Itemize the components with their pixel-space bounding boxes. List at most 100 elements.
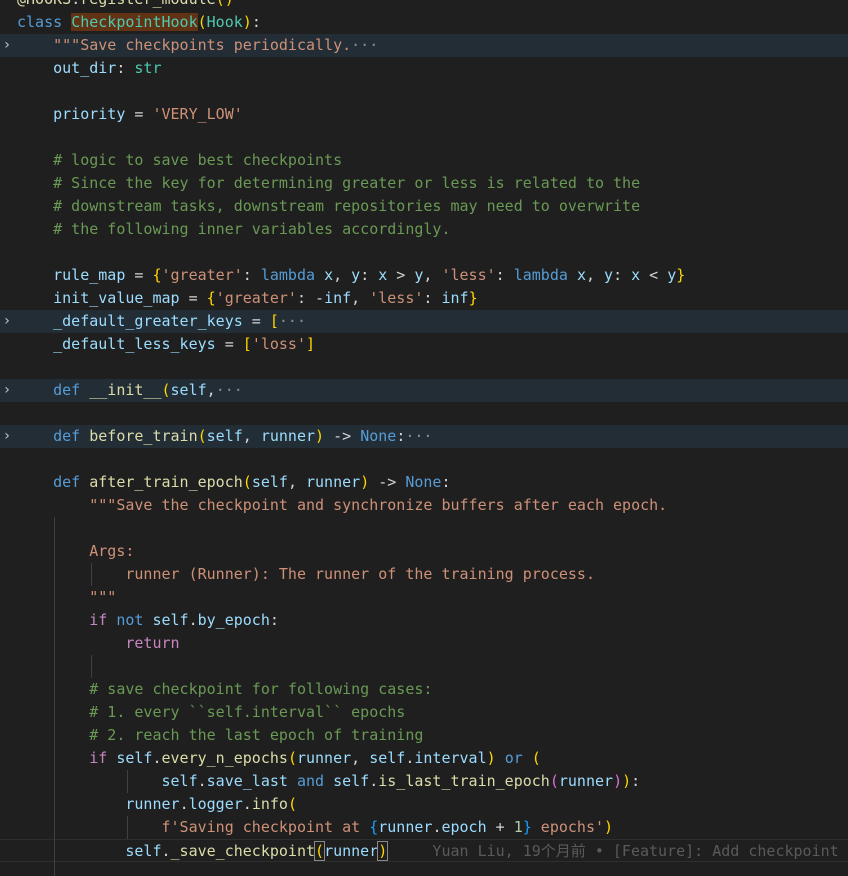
code-token: ( [161,381,171,399]
code-token: x [378,266,388,284]
code-line[interactable]: # Since the key for determining greater … [0,172,848,195]
code-token: str [134,59,162,77]
code-token: # save checkpoint for following cases: [17,680,433,698]
code-line[interactable]: if self.every_n_epochs(runner, self.inte… [0,747,848,770]
code-line[interactable]: """Save the checkpoint and synchronize b… [0,494,848,517]
code-text: self._save_checkpoint(runner) Yuan Liu, … [17,840,848,863]
code-token: . [369,772,379,790]
code-token: not [116,611,153,629]
indent-guide [54,678,56,701]
indent-guide [54,632,56,655]
code-line[interactable]: return [0,632,848,655]
folded-ellipsis[interactable]: ··· [279,312,306,330]
code-text: return [17,632,179,655]
code-token: : [269,611,279,629]
code-token: is_last_train_epoch [378,772,550,790]
code-line[interactable]: runner.logger.info( [0,793,848,816]
code-token: ) [622,772,632,790]
code-token: y [604,266,614,284]
code-line[interactable]: # 1. every ``self.interval`` epochs [0,701,848,724]
code-token: def [53,473,90,491]
folded-ellipsis[interactable]: ··· [405,427,432,445]
code-line[interactable]: › def before_train(self, runner) -> None… [0,425,848,448]
code-token: : [396,427,406,445]
code-token: def [53,381,90,399]
code-line-current[interactable]: self._save_checkpoint(runner) Yuan Liu, … [0,839,848,862]
code-token: __init__ [89,381,162,399]
code-line[interactable]: › def __init__(self,··· [0,379,848,402]
code-token: save_last [206,772,288,790]
code-token: interval [414,749,487,767]
code-token: . [161,842,171,860]
code-token: ) [315,427,325,445]
code-line[interactable]: class CheckpointHook(Hook): [0,11,848,34]
code-token: : [423,289,442,307]
code-token: . [188,611,198,629]
code-line[interactable]: runner (Runner): The runner of the train… [0,563,848,586]
code-editor[interactable]: @HOOKS.register_module()class Checkpoint… [0,0,848,876]
code-token: , [423,266,442,284]
indent-guide [54,724,56,747]
code-token: ( [197,427,207,445]
code-token: self [152,611,189,629]
code-line[interactable] [0,80,848,103]
fold-chevron-icon[interactable]: › [0,34,14,57]
code-line[interactable] [0,126,848,149]
code-line[interactable]: out_dir: str [0,57,848,80]
code-token: logger [188,795,243,813]
code-token: 'less' [369,289,424,307]
code-token: x [576,266,586,284]
code-line[interactable]: init_value_map = {'greater': -inf, 'less… [0,287,848,310]
code-line[interactable]: # downstream tasks, downstream repositor… [0,195,848,218]
code-line[interactable]: def after_train_epoch(self, runner) -> N… [0,471,848,494]
code-text: _default_greater_keys = [··· [17,310,306,333]
code-token: def [53,427,90,445]
code-token: > [387,266,415,284]
code-token: runner [260,427,316,445]
code-line[interactable]: @HOOKS.register_module() [0,0,848,11]
code-line[interactable]: # 2. reach the last epoch of training [0,724,848,747]
code-line[interactable]: if not self.by_epoch: [0,609,848,632]
code-line[interactable]: # the following inner variables accordin… [0,218,848,241]
code-token: : [242,266,261,284]
code-text: # 2. reach the last epoch of training [17,724,423,747]
code-line[interactable] [0,241,848,264]
code-line[interactable]: Args: [0,540,848,563]
code-line[interactable] [0,356,848,379]
code-line[interactable] [0,517,848,540]
code-line[interactable]: _default_less_keys = ['loss'] [0,333,848,356]
code-token: """Save the checkpoint and synchronize b… [17,496,668,514]
code-token: 'loss' [251,335,306,353]
code-line[interactable]: › _default_greater_keys = [··· [0,310,848,333]
indent-guide [54,839,56,862]
fold-chevron-icon[interactable]: › [0,425,14,448]
fold-chevron-icon[interactable]: › [0,379,14,402]
code-token: ( [287,795,297,813]
code-line[interactable]: › """Save checkpoints periodically.··· [0,34,848,57]
code-token: None [360,427,397,445]
folded-ellipsis[interactable]: ··· [216,381,243,399]
code-text: # logic to save best checkpoints [17,149,342,172]
code-line[interactable]: # logic to save best checkpoints [0,149,848,172]
code-line[interactable] [0,655,848,678]
code-line[interactable] [0,402,848,425]
code-token: 'greater' [161,266,243,284]
code-text: # 1. every ``self.interval`` epochs [17,701,405,724]
code-line[interactable]: priority = 'VERY_LOW' [0,103,848,126]
code-token: _save_checkpoint [170,842,316,860]
code-line[interactable]: # save checkpoint for following cases: [0,678,848,701]
code-token: . [71,0,80,8]
fold-chevron-icon[interactable]: › [0,310,14,333]
indent-guide [54,770,56,793]
folded-ellipsis[interactable]: ··· [351,36,378,54]
code-token: @HOOKS [17,0,71,8]
code-token: self [206,427,243,445]
code-token: runner [306,473,361,491]
code-token: # logic to save best checkpoints [17,151,343,169]
code-line[interactable]: rule_map = {'greater': lambda x, y: x > … [0,264,848,287]
code-line[interactable] [0,448,848,471]
code-line[interactable]: """ [0,586,848,609]
